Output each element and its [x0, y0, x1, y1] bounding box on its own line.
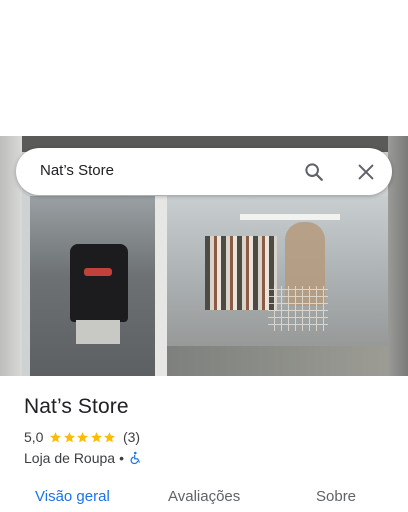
rating-row[interactable]: 5,0 (3)	[24, 429, 140, 445]
wire-grid	[268, 286, 328, 331]
place-title: Nat’s Store	[24, 395, 129, 418]
shirt-logo	[84, 268, 112, 276]
place-tabs: Visão geral Avaliações Sobre	[0, 488, 408, 512]
wheelchair-accessible-icon[interactable]	[128, 451, 142, 465]
place-info-card: Nat’s Store 5,0 (3) Loja de Roupa • Visã…	[0, 376, 408, 512]
close-icon[interactable]	[355, 161, 377, 183]
clothing-rack	[205, 236, 277, 310]
star-icon	[104, 431, 116, 442]
tab-about[interactable]: Sobre	[316, 488, 356, 505]
star-rating	[49, 431, 117, 444]
rating-value: 5,0	[24, 429, 44, 445]
search-query[interactable]: Nat’s Store	[40, 162, 114, 179]
star-icon	[50, 431, 62, 442]
shorts-display	[76, 320, 120, 344]
shirt-display	[70, 244, 128, 322]
category-row: Loja de Roupa •	[24, 450, 142, 466]
search-icon[interactable]	[303, 161, 325, 183]
window-pillar	[155, 196, 167, 376]
display-shelf	[240, 214, 340, 220]
maps-place-screen: Nat’s Store Nat’s Store 5,0 (3) Loja de …	[0, 0, 408, 512]
place-category: Loja de Roupa	[24, 450, 116, 466]
tab-overview[interactable]: Visão geral	[35, 488, 110, 505]
tab-reviews[interactable]: Avaliações	[168, 488, 240, 505]
star-icon	[64, 431, 75, 442]
star-icon	[91, 431, 102, 442]
separator-dot: •	[119, 450, 124, 466]
review-count[interactable]: (3)	[123, 429, 140, 445]
window-floor	[167, 346, 389, 376]
search-bar[interactable]: Nat’s Store	[16, 148, 392, 195]
star-icon	[77, 431, 89, 442]
